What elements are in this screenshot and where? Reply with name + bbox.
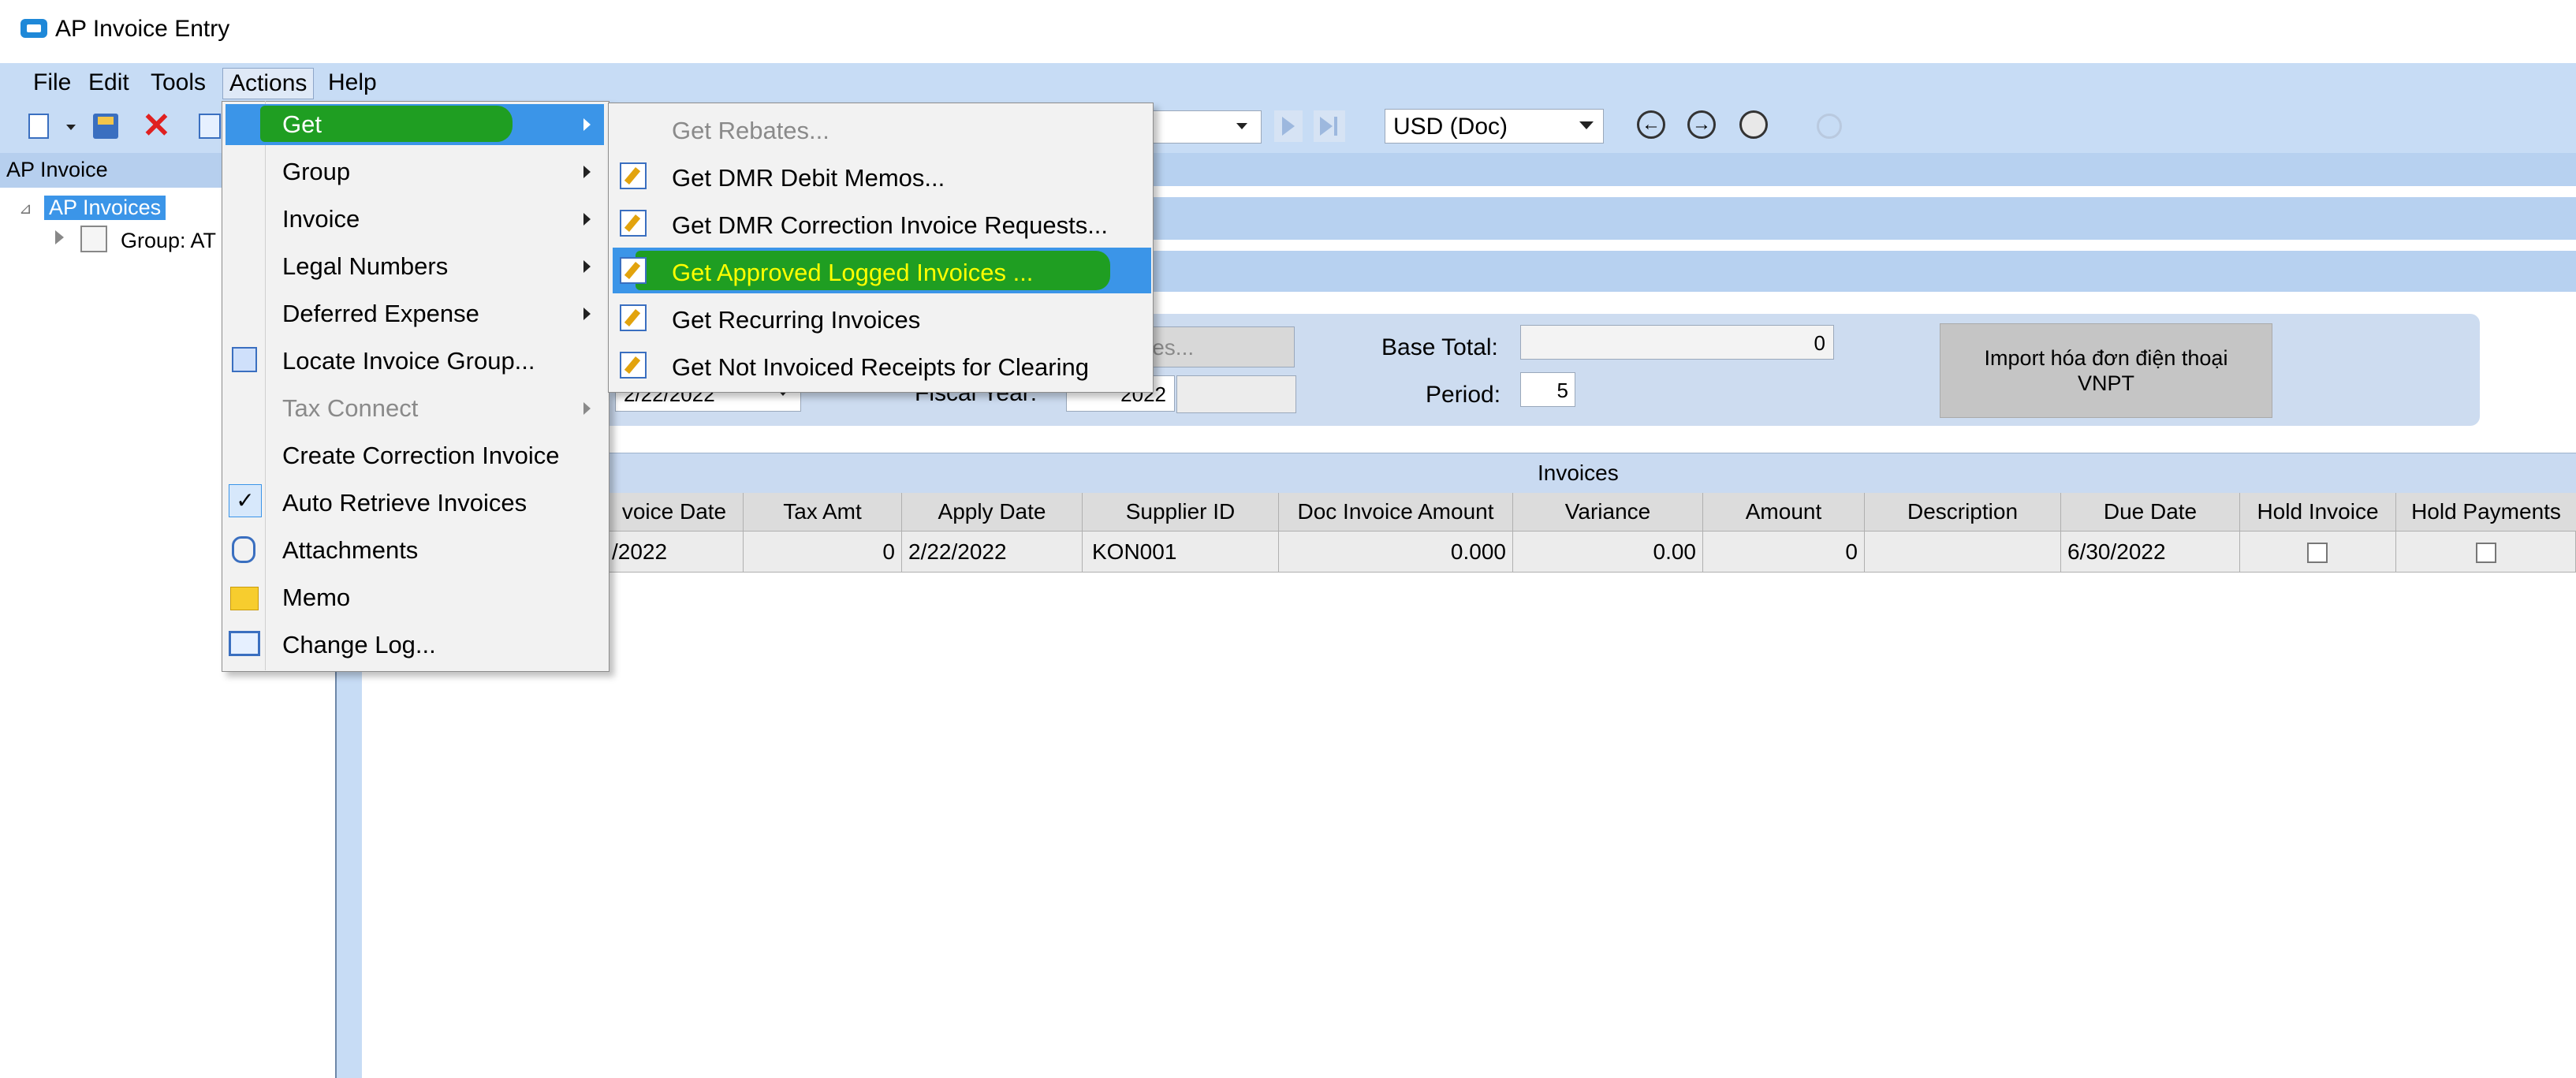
col-header-apply-date[interactable]: Apply Date xyxy=(902,493,1083,532)
window-title: AP Invoice Entry xyxy=(55,16,230,42)
submenu-item-get-recurring-invoices[interactable]: Get Recurring Invoices xyxy=(672,306,920,334)
title-bar xyxy=(0,0,2576,64)
col-header-hold-invoice[interactable]: Hold Invoice xyxy=(2240,493,2396,532)
grid-title-band xyxy=(362,453,2576,493)
cell-variance[interactable]: 0.00 xyxy=(1513,532,1703,573)
menu-item-get-label: Get xyxy=(282,110,322,138)
checkmark-icon: ✓ xyxy=(229,484,262,517)
paperclip-icon xyxy=(232,536,255,563)
tree-node-ap-invoices[interactable]: AP Invoices xyxy=(44,196,166,220)
save-icon[interactable] xyxy=(93,114,118,139)
collapse-icon[interactable]: ⊿ xyxy=(19,199,32,218)
play-icon[interactable] xyxy=(1274,110,1303,142)
group-icon xyxy=(80,226,107,252)
col-header-hold-payments[interactable]: Hold Payments xyxy=(2396,493,2576,532)
delete-icon[interactable]: ✕ xyxy=(142,109,171,144)
col-header-description[interactable]: Description xyxy=(1865,493,2061,532)
menu-item-attachments[interactable]: Attachments xyxy=(282,536,418,565)
play-end-icon[interactable] xyxy=(1314,110,1345,142)
actions-menu xyxy=(222,101,610,672)
edit-icon xyxy=(620,210,647,237)
submenu-item-get-not-invoiced-receipts[interactable]: Get Not Invoiced Receipts for Clearing xyxy=(672,353,1089,382)
base-total-field: 0 xyxy=(1520,325,1834,360)
locate-icon xyxy=(232,347,257,372)
col-header-amount[interactable]: Amount xyxy=(1703,493,1865,532)
submenu-item-get-dmr-debit-memos[interactable]: Get DMR Debit Memos... xyxy=(672,164,945,192)
period-label: Period: xyxy=(1426,382,1501,408)
menu-item-legal-numbers[interactable]: Legal Numbers xyxy=(282,252,448,281)
chevron-down-icon[interactable] xyxy=(66,125,76,130)
cell-invoice-date[interactable]: /2022 xyxy=(606,532,744,573)
grid-title: Invoices xyxy=(1538,461,1619,485)
cell-due-date[interactable]: 6/30/2022 xyxy=(2061,532,2240,573)
col-header-doc-invoice-amount[interactable]: Doc Invoice Amount xyxy=(1279,493,1513,532)
edit-icon xyxy=(620,352,647,379)
menu-item-change-log[interactable]: Change Log... xyxy=(282,631,436,659)
col-header-due-date[interactable]: Due Date xyxy=(2061,493,2240,532)
menu-item-deferred-expense[interactable]: Deferred Expense xyxy=(282,300,479,328)
cell-apply-date[interactable]: 2/22/2022 xyxy=(902,532,1083,573)
menu-file[interactable]: File xyxy=(27,68,77,98)
edit-icon xyxy=(620,304,647,331)
memo-icon xyxy=(230,587,259,610)
cell-supplier-id[interactable]: KON001 xyxy=(1083,532,1279,573)
submenu-arrow-icon xyxy=(583,308,591,320)
submenu-arrow-icon xyxy=(583,402,591,415)
app-icon xyxy=(21,19,47,38)
col-header-supplier-id[interactable]: Supplier ID xyxy=(1083,493,1279,532)
menu-item-invoice[interactable]: Invoice xyxy=(282,205,360,233)
hold-payments-checkbox[interactable] xyxy=(2476,543,2496,563)
submenu-item-get-approved-logged-invoices-label: Get Approved Logged Invoices ... xyxy=(672,259,1034,286)
menu-actions[interactable]: Actions xyxy=(222,68,315,99)
import-vnpt-button[interactable]: Import hóa đơn điện thoại VNPT xyxy=(1940,323,2272,418)
cell-doc-invoice-amount[interactable]: 0.000 xyxy=(1279,532,1513,573)
currency-select[interactable]: USD (Doc) xyxy=(1385,109,1604,144)
hold-invoice-checkbox[interactable] xyxy=(2307,543,2328,563)
period-field[interactable]: 5 xyxy=(1520,372,1575,407)
expand-icon[interactable] xyxy=(55,230,64,244)
col-header-variance[interactable]: Variance xyxy=(1513,493,1703,532)
submenu-arrow-icon xyxy=(583,260,591,273)
chevron-down-icon[interactable] xyxy=(1579,121,1594,129)
menu-item-memo[interactable]: Memo xyxy=(282,584,350,612)
forward-arrow-icon[interactable]: → xyxy=(1687,110,1716,139)
home-icon[interactable] xyxy=(1739,110,1768,139)
menu-item-tax-connect[interactable]: Tax Connect xyxy=(282,394,418,423)
menu-item-group[interactable]: Group xyxy=(282,158,350,186)
import-vnpt-button-label: Import hóa đơn điện thoại VNPT xyxy=(1984,345,2228,395)
menu-bar xyxy=(0,63,2576,101)
col-header-invoice-date[interactable]: voice Date xyxy=(606,493,744,532)
menu-item-locate-invoice-group[interactable]: Locate Invoice Group... xyxy=(282,347,535,375)
play-circle-icon[interactable] xyxy=(1817,114,1842,139)
submenu-arrow-icon xyxy=(583,118,591,131)
col-header-tax-amt[interactable]: Tax Amt xyxy=(744,493,902,532)
edit-icon xyxy=(620,162,647,189)
menu-help[interactable]: Help xyxy=(322,68,383,98)
tree-node-group[interactable]: Group: AT xyxy=(121,229,216,253)
submenu-item-get-dmr-correction-invoice-requests[interactable]: Get DMR Correction Invoice Requests... xyxy=(672,211,1108,240)
menu-item-create-correction-invoice[interactable]: Create Correction Invoice xyxy=(282,442,560,470)
book-icon xyxy=(229,631,260,656)
chevron-down-icon[interactable] xyxy=(1236,123,1247,129)
back-arrow-icon[interactable]: ← xyxy=(1637,110,1665,139)
menu-tools[interactable]: Tools xyxy=(144,68,212,98)
menu-edit[interactable]: Edit xyxy=(82,68,136,98)
menu-separator xyxy=(265,101,266,670)
grid-body xyxy=(362,493,2576,1078)
submenu-item-get-rebates[interactable]: Get Rebates... xyxy=(672,117,829,145)
book-icon[interactable] xyxy=(199,114,221,139)
cell-tax-amt[interactable]: 0 xyxy=(744,532,902,573)
edit-icon xyxy=(620,257,647,284)
cell-description[interactable] xyxy=(1865,532,2061,573)
submenu-arrow-icon xyxy=(583,166,591,178)
tree-header-label: AP Invoice xyxy=(6,158,108,181)
submenu-arrow-icon xyxy=(583,213,591,226)
menu-item-auto-retrieve-invoices[interactable]: Auto Retrieve Invoices xyxy=(282,489,527,517)
cell-amount[interactable]: 0 xyxy=(1703,532,1865,573)
fiscal-year-spinner[interactable] xyxy=(1176,375,1296,413)
base-total-label: Base Total: xyxy=(1381,334,1498,360)
new-icon[interactable] xyxy=(28,114,49,139)
